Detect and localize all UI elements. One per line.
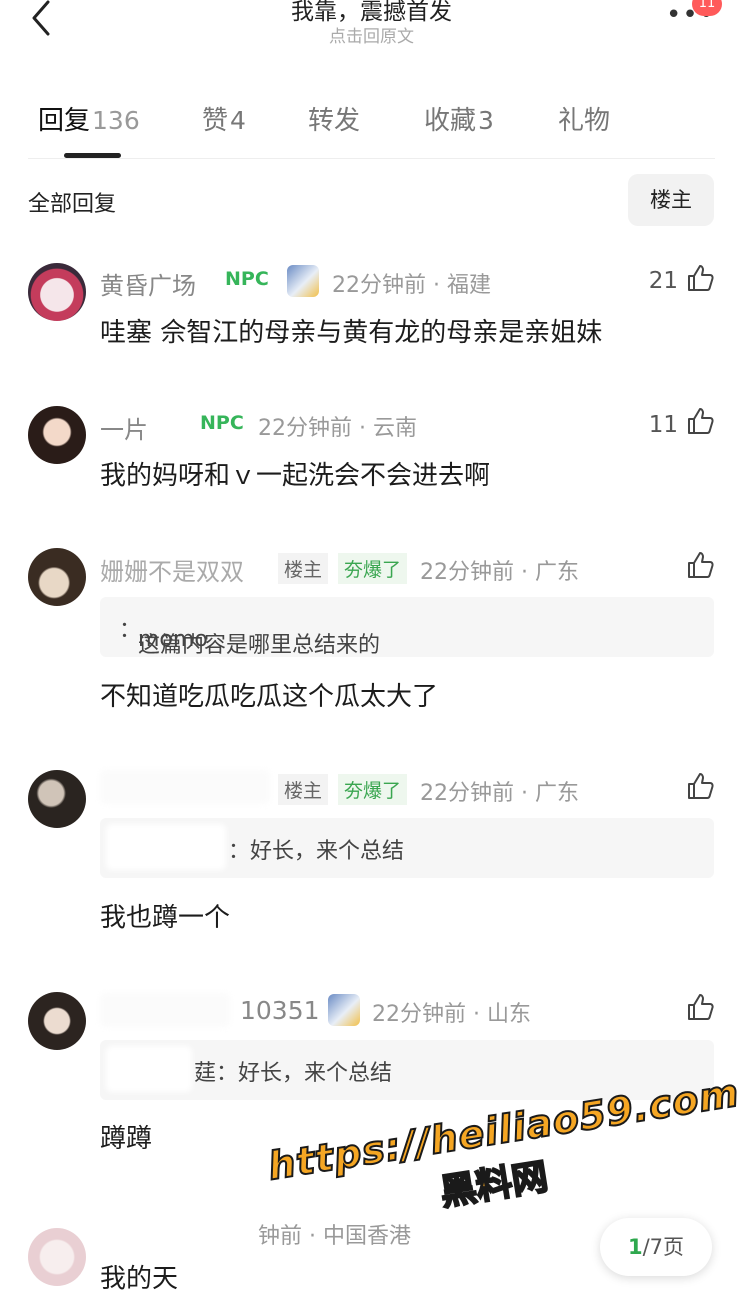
tab-forward-label: 转发 (308, 106, 361, 136)
tab-forward[interactable]: 转发 (308, 100, 360, 137)
comment-meta: 22分钟前 · 山东 (372, 1002, 531, 1027)
thumbs-up-icon[interactable] (685, 263, 715, 293)
tab-likes-count: 4 (230, 106, 246, 135)
back-to-original-link[interactable]: 点击回原文 (0, 22, 743, 47)
quoted-text: momo：这篇内容是哪里总结来的 (119, 618, 381, 658)
comment-text: 哇塞 佘智江的母亲与黄有龙的母亲是亲姐妹 (100, 318, 603, 348)
comment-location: 山东 (486, 1002, 531, 1027)
tab-favorites-label: 收藏 (424, 106, 477, 136)
quoted-content: 莛：好长，来个总结 (194, 1061, 393, 1086)
tab-likes-label: 赞 (202, 106, 229, 136)
comment-meta: 22分钟前 · 福建 (332, 273, 491, 298)
tab-replies[interactable]: 回复136 (38, 100, 140, 137)
thumbs-up-icon[interactable] (685, 771, 715, 801)
tab-favorites-count: 3 (478, 106, 494, 135)
level-badge-icon (287, 265, 319, 297)
comment-text: 我的天 (100, 1264, 179, 1294)
page-total: /7页 (642, 1235, 685, 1259)
quoted-reply[interactable]: ：好长，来个总结 (100, 818, 714, 878)
blurred-username (100, 993, 230, 1027)
comment-location: 云南 (372, 416, 417, 441)
quoted-content: 这篇内容是哪里总结来的 (138, 633, 381, 658)
comment-location: 广东 (534, 560, 579, 585)
comment-time: 22分钟前 (420, 560, 514, 585)
tab-replies-label: 回复 (38, 106, 91, 136)
tab-favorites[interactable]: 收藏3 (424, 100, 494, 137)
owner-only-button[interactable]: 楼主 (628, 174, 714, 226)
comment-meta: 22分钟前 · 云南 (258, 416, 417, 441)
npc-tag: NPC (200, 412, 244, 434)
quoted-reply[interactable]: momo：这篇内容是哪里总结来的 (100, 597, 714, 658)
avatar[interactable] (28, 263, 86, 321)
comment-username[interactable]: 一片 (100, 410, 148, 445)
comment-time: 22分钟前 (332, 273, 426, 298)
comment-time: 22分钟前 (420, 781, 514, 806)
comment-text: 我也蹲一个 (100, 903, 231, 933)
comment-username[interactable]: 姗姗不是双双 (100, 552, 244, 587)
tab-gifts-label: 礼物 (558, 106, 611, 136)
page-indicator[interactable]: 1/7页 (600, 1218, 712, 1276)
comment-meta: 22分钟前 · 广东 (420, 781, 579, 806)
avatar[interactable] (28, 406, 86, 464)
all-replies-label: 全部回复 (28, 192, 117, 217)
avatar[interactable] (28, 992, 86, 1050)
blurred-quote-user (106, 1046, 192, 1092)
comment-text: 蹲蹲 (100, 1124, 153, 1154)
avatar[interactable] (28, 770, 86, 828)
watermark: https://heiliao59.com 黑料网 (264, 1069, 743, 1242)
tab-replies-count: 136 (92, 106, 140, 135)
like-count: 11 (648, 412, 678, 438)
tab-gifts[interactable]: 礼物 (558, 100, 610, 137)
level-badge-icon (328, 994, 360, 1026)
comment-time: 22分钟前 (372, 1002, 466, 1027)
comment-text: 不知道吃瓜吃瓜这个瓜太大了 (100, 682, 439, 712)
comment-location: 广东 (534, 781, 579, 806)
blurred-quote-user (106, 824, 226, 870)
divider (28, 158, 715, 159)
hot-tag: 夯爆了 (338, 553, 408, 584)
avatar[interactable] (28, 1228, 86, 1286)
owner-tag: 楼主 (278, 553, 329, 584)
current-page: 1 (627, 1235, 643, 1259)
comment-text: 我的妈呀和ｖ一起洗会不会进去啊 (100, 461, 491, 491)
blurred-username (100, 770, 270, 804)
thumbs-up-icon[interactable] (685, 406, 715, 436)
comment-location: 福建 (446, 273, 491, 298)
avatar[interactable] (28, 548, 86, 606)
npc-tag: NPC (225, 268, 269, 290)
comment-time: 22分钟前 (258, 416, 352, 441)
comment-username[interactable]: 10351 (240, 996, 320, 1025)
tab-likes[interactable]: 赞4 (202, 100, 246, 137)
hot-tag: 夯爆了 (338, 774, 408, 805)
owner-tag: 楼主 (278, 774, 329, 805)
quoted-content: ：好长，来个总结 (228, 839, 405, 864)
comment-username[interactable]: 黄昏广场 (100, 266, 196, 301)
like-count: 21 (648, 268, 678, 294)
thumbs-up-icon[interactable] (685, 550, 715, 580)
thumbs-up-icon[interactable] (685, 992, 715, 1022)
comment-meta: 22分钟前 · 广东 (420, 560, 579, 585)
